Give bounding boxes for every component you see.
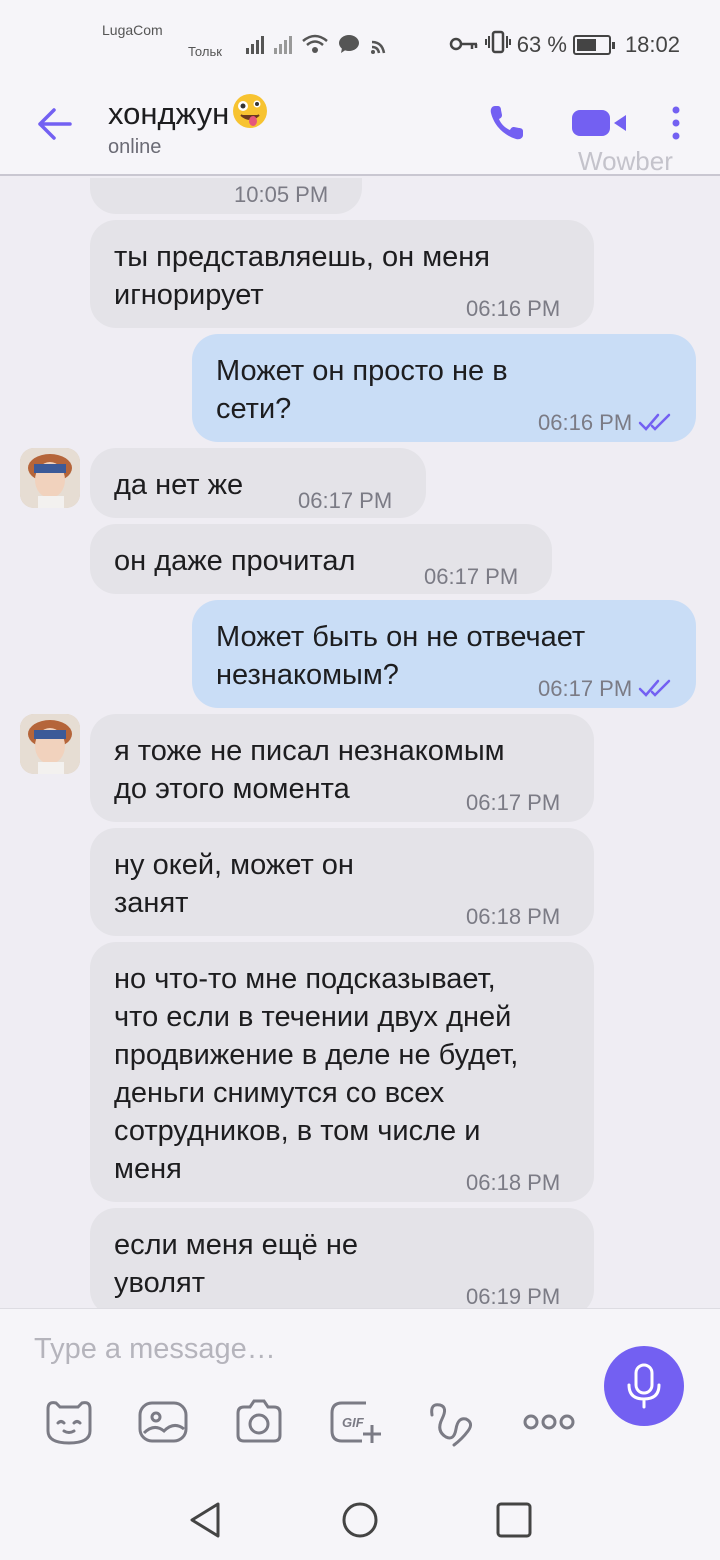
gallery-icon[interactable] xyxy=(136,1395,190,1449)
battery-icon xyxy=(572,35,615,55)
more-vertical-icon[interactable] xyxy=(664,104,688,144)
message-text: но что-то мне подсказывает, что если в т… xyxy=(114,963,519,1185)
message-bubble-incoming[interactable]: ты представляешь, он меня игнорирует 06:… xyxy=(90,220,594,328)
carrier-name-secondary: Тольк xyxy=(188,44,222,59)
message-text: да нет же xyxy=(114,469,244,501)
camera-icon[interactable] xyxy=(232,1395,286,1449)
message-list[interactable]: 10:05 PM ты представляешь, он меня игнор… xyxy=(0,178,720,1308)
read-receipt-icon xyxy=(638,679,671,697)
message-text: ну окей, может он занят xyxy=(114,849,354,919)
microphone-icon xyxy=(627,1363,661,1409)
zany-face-emoji-icon xyxy=(233,94,268,128)
sticker-icon[interactable] xyxy=(42,1395,96,1449)
message-time: 10:05 PM xyxy=(234,182,329,207)
message-input[interactable] xyxy=(34,1329,574,1369)
message-bubble-incoming[interactable]: если меня ещё не уволят 06:19 PM xyxy=(90,1208,594,1308)
contact-name-text: хонджун xyxy=(108,96,230,131)
message-time: 06:16 PM xyxy=(466,296,561,321)
signal-strength-secondary-icon xyxy=(274,32,292,54)
message-text: ты представляешь, он меня игнорирует xyxy=(114,241,490,311)
message-text: я тоже не писал незнакомым до этого моме… xyxy=(114,735,505,805)
message-text: если меня ещё не уволят xyxy=(114,1229,358,1299)
voice-message-button[interactable] xyxy=(604,1346,684,1426)
avatar-image-icon xyxy=(20,714,80,774)
message-time-text: 06:16 PM xyxy=(538,410,633,435)
message-text: он даже прочитал xyxy=(114,545,356,577)
doodle-icon[interactable] xyxy=(424,1395,478,1449)
chat-header: хонджун online Wowber xyxy=(0,70,720,176)
nav-home-icon[interactable] xyxy=(340,1500,380,1540)
cast-icon xyxy=(370,36,390,54)
message-time: 06:17 PM xyxy=(466,790,561,815)
phone-call-icon[interactable] xyxy=(486,102,528,144)
message-bubble-outgoing[interactable]: Может быть он не отвечает незнакомым? 06… xyxy=(192,600,696,708)
contact-name[interactable]: хонджун xyxy=(108,92,269,132)
contact-status: online xyxy=(108,136,162,158)
svg-text:GIF: GIF xyxy=(342,1415,365,1430)
carrier-name-primary: LugaCom xyxy=(102,22,163,38)
more-options-icon[interactable] xyxy=(522,1395,576,1449)
message-time: 06:16 PM xyxy=(538,404,672,442)
key-icon xyxy=(449,32,479,58)
message-time: 06:19 PM xyxy=(466,1284,561,1308)
video-call-icon[interactable] xyxy=(572,106,628,140)
message-time: 06:17 PM xyxy=(424,564,519,589)
message-bubble-incoming[interactable]: 10:05 PM xyxy=(90,178,362,214)
gif-icon[interactable]: GIF xyxy=(328,1395,382,1449)
watermark-text: Wowber xyxy=(578,146,673,176)
message-bubble-incoming[interactable]: да нет же 06:17 PM xyxy=(90,448,426,518)
message-time-text: 06:17 PM xyxy=(538,676,633,701)
message-bubble-incoming[interactable]: он даже прочитал 06:17 PM xyxy=(90,524,552,594)
battery-percent: 63 % xyxy=(516,32,567,57)
message-text: Может быть он не отвечает незнакомым? xyxy=(216,621,586,691)
vibrate-icon xyxy=(484,30,511,60)
nav-recents-icon[interactable] xyxy=(494,1500,534,1540)
message-bubble-incoming[interactable]: но что-то мне подсказывает, что если в т… xyxy=(90,942,594,1202)
back-arrow-icon[interactable] xyxy=(34,104,74,144)
contact-avatar[interactable] xyxy=(20,714,80,774)
message-bubble-incoming[interactable]: ну окей, может он занят 06:18 PM xyxy=(90,828,594,936)
message-composer: GIF xyxy=(0,1308,720,1480)
contact-avatar[interactable] xyxy=(20,448,80,508)
message-text: Может он просто не в сети? xyxy=(216,355,508,425)
message-time: 06:17 PM xyxy=(538,670,672,708)
message-notification-icon xyxy=(338,34,360,54)
nav-back-icon[interactable] xyxy=(186,1500,226,1540)
message-time: 06:17 PM xyxy=(298,488,393,513)
status-bar: LugaCom Тольк 63 % 18:02 xyxy=(0,0,720,70)
avatar-image-icon xyxy=(20,448,80,508)
message-bubble-incoming[interactable]: я тоже не писал незнакомым до этого моме… xyxy=(90,714,594,822)
signal-strength-icon xyxy=(246,32,264,54)
message-bubble-outgoing[interactable]: Может он просто не в сети? 06:16 PM xyxy=(192,334,696,442)
message-time: 06:18 PM xyxy=(466,904,561,929)
clock: 18:02 xyxy=(624,32,680,57)
message-time: 06:18 PM xyxy=(466,1170,561,1195)
read-receipt-icon xyxy=(638,413,671,431)
system-navigation-bar xyxy=(0,1480,720,1560)
wifi-icon xyxy=(302,34,328,54)
